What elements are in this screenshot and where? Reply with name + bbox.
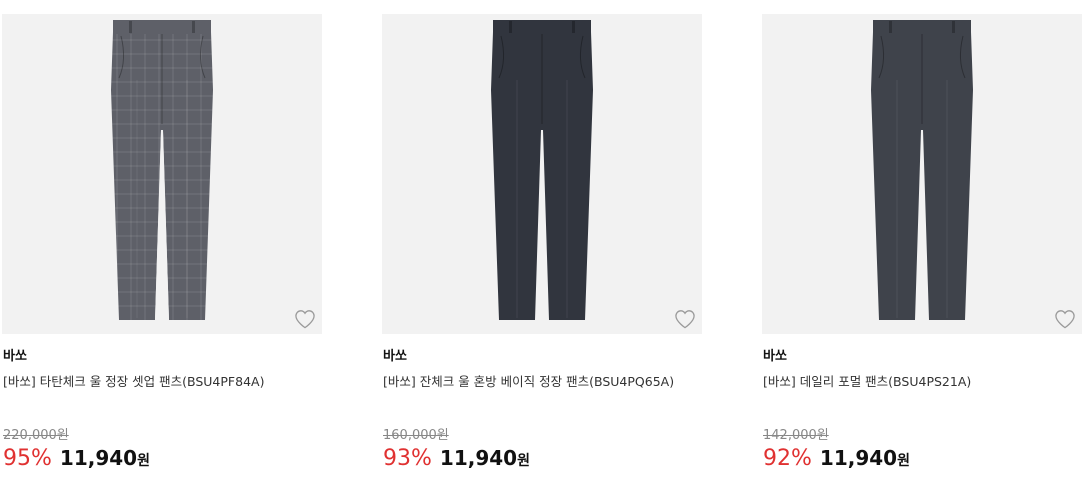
product-image[interactable] bbox=[762, 14, 1082, 334]
pants-image bbox=[111, 20, 213, 320]
wishlist-heart-icon[interactable] bbox=[1052, 306, 1078, 332]
wishlist-heart-icon[interactable] bbox=[672, 306, 698, 332]
price-row: 92% 11,940원 bbox=[763, 446, 910, 471]
product-card[interactable]: 바쏘 [바쏘] 잔체크 울 혼방 베이직 정장 팬츠(BSU4PQ65A) 16… bbox=[382, 14, 704, 484]
sale-price: 11,940 bbox=[819, 446, 898, 470]
discount-rate: 93% bbox=[383, 446, 432, 471]
currency-unit: 원 bbox=[137, 453, 150, 469]
discount-rate: 95% bbox=[3, 446, 52, 471]
product-grid: 바쏘 [바쏘] 타탄체크 울 정장 셋업 팬츠(BSU4PF84A) 220,0… bbox=[0, 0, 1083, 498]
product-title[interactable]: [바쏘] 데일리 포멀 팬츠(BSU4PS21A) bbox=[763, 371, 971, 390]
original-price: 142,000원 bbox=[763, 428, 829, 443]
product-title[interactable]: [바쏘] 타탄체크 울 정장 셋업 팬츠(BSU4PF84A) bbox=[3, 371, 264, 390]
original-price: 160,000원 bbox=[383, 428, 449, 443]
brand-name[interactable]: 바쏘 bbox=[3, 345, 27, 364]
price-row: 95% 11,940원 bbox=[3, 446, 150, 471]
pants-image bbox=[871, 20, 973, 320]
sale-price: 11,940 bbox=[439, 446, 518, 470]
product-card[interactable]: 바쏘 [바쏘] 타탄체크 울 정장 셋업 팬츠(BSU4PF84A) 220,0… bbox=[2, 14, 324, 484]
currency-unit: 원 bbox=[897, 453, 910, 469]
original-price: 220,000원 bbox=[3, 428, 69, 443]
product-card[interactable]: 바쏘 [바쏘] 데일리 포멀 팬츠(BSU4PS21A) 142,000원 92… bbox=[762, 14, 1083, 484]
wishlist-heart-icon[interactable] bbox=[292, 306, 318, 332]
sale-price: 11,940 bbox=[59, 446, 138, 470]
brand-name[interactable]: 바쏘 bbox=[763, 345, 787, 364]
brand-name[interactable]: 바쏘 bbox=[383, 345, 407, 364]
currency-unit: 원 bbox=[517, 453, 530, 469]
pants-image bbox=[491, 20, 593, 320]
product-image[interactable] bbox=[2, 14, 322, 334]
discount-rate: 92% bbox=[763, 446, 812, 471]
product-image[interactable] bbox=[382, 14, 702, 334]
price-row: 93% 11,940원 bbox=[383, 446, 530, 471]
product-title[interactable]: [바쏘] 잔체크 울 혼방 베이직 정장 팬츠(BSU4PQ65A) bbox=[383, 371, 674, 390]
